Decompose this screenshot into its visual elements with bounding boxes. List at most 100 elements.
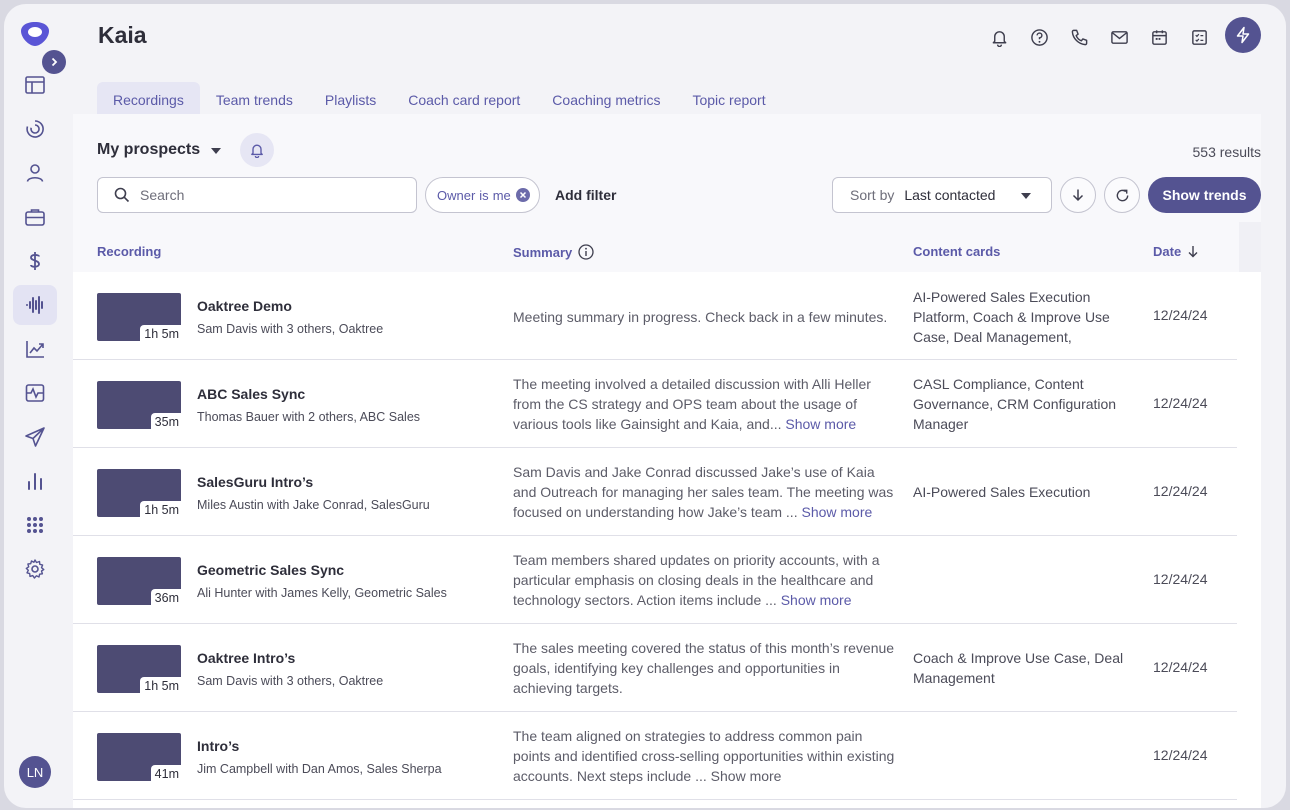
sidebar: LN [4, 4, 70, 808]
column-header-date[interactable]: Date [1153, 244, 1199, 259]
recording-title[interactable]: SalesGuru Intro’s [197, 474, 313, 490]
sort-direction-button[interactable] [1060, 177, 1096, 213]
tab-coaching-metrics[interactable]: Coaching metrics [536, 82, 676, 116]
search-input[interactable] [140, 187, 400, 203]
summary-body: The team aligned on strategies to addres… [513, 728, 895, 784]
column-header-content-cards[interactable]: Content cards [913, 244, 1000, 259]
filter-chip-operator: is [479, 187, 489, 203]
show-more-link[interactable]: Show more [785, 416, 856, 432]
quick-actions-button[interactable] [1225, 17, 1261, 53]
tab-team-trends[interactable]: Team trends [200, 82, 309, 116]
recording-date: 12/24/24 [1153, 747, 1208, 763]
email-button[interactable] [1105, 23, 1133, 51]
recording-title[interactable]: Oaktree Intro’s [197, 650, 295, 666]
show-more-link[interactable]: Show more [711, 768, 782, 784]
add-filter-button[interactable]: Add filter [555, 187, 616, 203]
nav-settings[interactable] [13, 549, 57, 589]
notifications-button[interactable] [985, 23, 1013, 51]
dollar-icon [30, 252, 40, 270]
table-row[interactable]: 1h 5m SalesGuru Intro’s Miles Austin wit… [73, 448, 1237, 536]
info-icon[interactable] [578, 244, 594, 260]
remove-filter-button[interactable] [515, 188, 530, 202]
calendar-button[interactable] [1145, 23, 1173, 51]
view-selector[interactable]: My prospects [97, 141, 222, 159]
nav-dashboard[interactable] [13, 65, 57, 105]
tab-recordings[interactable]: Recordings [97, 82, 200, 116]
column-label: Content cards [913, 244, 1001, 259]
table-row[interactable]: 1h 5m Oaktree Demo Sam Davis with 3 othe… [73, 272, 1237, 360]
content-cards: AI-Powered Sales Execution Platform, Coa… [913, 289, 1110, 345]
search-field[interactable] [97, 177, 417, 213]
nav-recordings[interactable] [13, 285, 57, 325]
waveform-icon [26, 296, 43, 314]
nav-apps[interactable] [13, 505, 57, 545]
help-button[interactable] [1025, 23, 1053, 51]
caret-down-icon [211, 148, 222, 154]
show-trends-button[interactable]: Show trends [1148, 177, 1261, 213]
recording-thumbnail[interactable]: 36m [97, 557, 181, 605]
grid-dots-icon [27, 517, 43, 533]
tasks-button[interactable] [1185, 23, 1213, 51]
nav-pulse[interactable] [13, 373, 57, 413]
table-row[interactable]: 35m ABC Sales Sync Thomas Bauer with 2 o… [73, 360, 1237, 448]
results-count: 553 results [1192, 144, 1261, 160]
gear-icon [25, 559, 45, 579]
nav-activity[interactable] [13, 109, 57, 149]
nav-sequences[interactable] [13, 417, 57, 457]
sort-value: Last contacted [904, 187, 996, 203]
duration-badge: 35m [150, 413, 181, 429]
filter-chip-owner[interactable]: Owner is me [425, 177, 540, 213]
lightning-icon [1236, 26, 1250, 44]
nav-reports[interactable] [13, 461, 57, 501]
show-more-link[interactable]: Show more [801, 504, 872, 520]
column-label: Recording [97, 244, 162, 259]
arrow-down-icon [1072, 189, 1084, 202]
column-header-summary[interactable]: Summary [513, 244, 594, 260]
duration-badge: 1h 5m [140, 501, 181, 517]
summary-text: The meeting involved a detailed discussi… [513, 374, 901, 434]
tab-playlists[interactable]: Playlists [309, 82, 392, 116]
app-window: LN Kaia Recordings Team trends Playlists… [4, 4, 1286, 808]
phone-button[interactable] [1065, 23, 1093, 51]
summary-text: The sales meeting covered the status of … [513, 638, 901, 698]
sort-select[interactable]: Sort by Last contacted [832, 177, 1052, 213]
recording-date: 12/24/24 [1153, 395, 1208, 411]
person-icon [26, 164, 44, 182]
refresh-button[interactable] [1104, 177, 1140, 213]
duration-badge: 1h 5m [140, 325, 181, 341]
recording-title[interactable]: Intro’s [197, 738, 239, 754]
help-circle-icon [1030, 28, 1048, 46]
recording-thumbnail[interactable]: 35m [97, 381, 181, 429]
pulse-monitor-icon [25, 384, 45, 402]
recording-participants: Thomas Bauer with 2 others, ABC Sales [197, 410, 421, 424]
show-more-link[interactable]: Show more [781, 592, 852, 608]
recording-thumbnail[interactable]: 1h 5m [97, 645, 181, 693]
nav-analytics[interactable] [13, 329, 57, 369]
table-row[interactable]: 36m Geometric Sales Sync Ali Hunter with… [73, 536, 1237, 624]
recording-thumbnail[interactable]: 1h 5m [97, 293, 181, 341]
tab-coach-card-report[interactable]: Coach card report [392, 82, 536, 116]
send-icon [25, 427, 45, 447]
nav-deals[interactable] [13, 241, 57, 281]
recording-thumbnail[interactable]: 41m [97, 733, 181, 781]
tab-topic-report[interactable]: Topic report [676, 82, 781, 116]
column-header-recording[interactable]: Recording [97, 244, 161, 259]
caret-down-icon [1021, 193, 1031, 199]
bar-chart-icon [28, 473, 42, 490]
recording-title[interactable]: Geometric Sales Sync [197, 562, 344, 578]
avatar[interactable]: LN [19, 756, 51, 788]
recording-title[interactable]: Oaktree Demo [197, 298, 292, 314]
summary-text: Sam Davis and Jake Conrad discussed Jake… [513, 462, 901, 522]
nav-accounts[interactable] [13, 197, 57, 237]
recording-title[interactable]: ABC Sales Sync [197, 386, 305, 402]
table-row[interactable]: 1h 5m Oaktree Intro’s Sam Davis with 3 o… [73, 624, 1237, 712]
spiral-icon [26, 120, 44, 138]
table-row[interactable]: 41m Intro’s Jim Campbell with Dan Amos, … [73, 712, 1237, 800]
view-alerts-button[interactable] [240, 133, 274, 167]
tab-bar: Recordings Team trends Playlists Coach c… [97, 82, 782, 116]
duration-badge: 1h 5m [140, 677, 181, 693]
nav-contacts[interactable] [13, 153, 57, 193]
table-body: 1h 5m Oaktree Demo Sam Davis with 3 othe… [73, 272, 1261, 800]
recording-thumbnail[interactable]: 1h 5m [97, 469, 181, 517]
logo-icon[interactable] [20, 20, 50, 48]
